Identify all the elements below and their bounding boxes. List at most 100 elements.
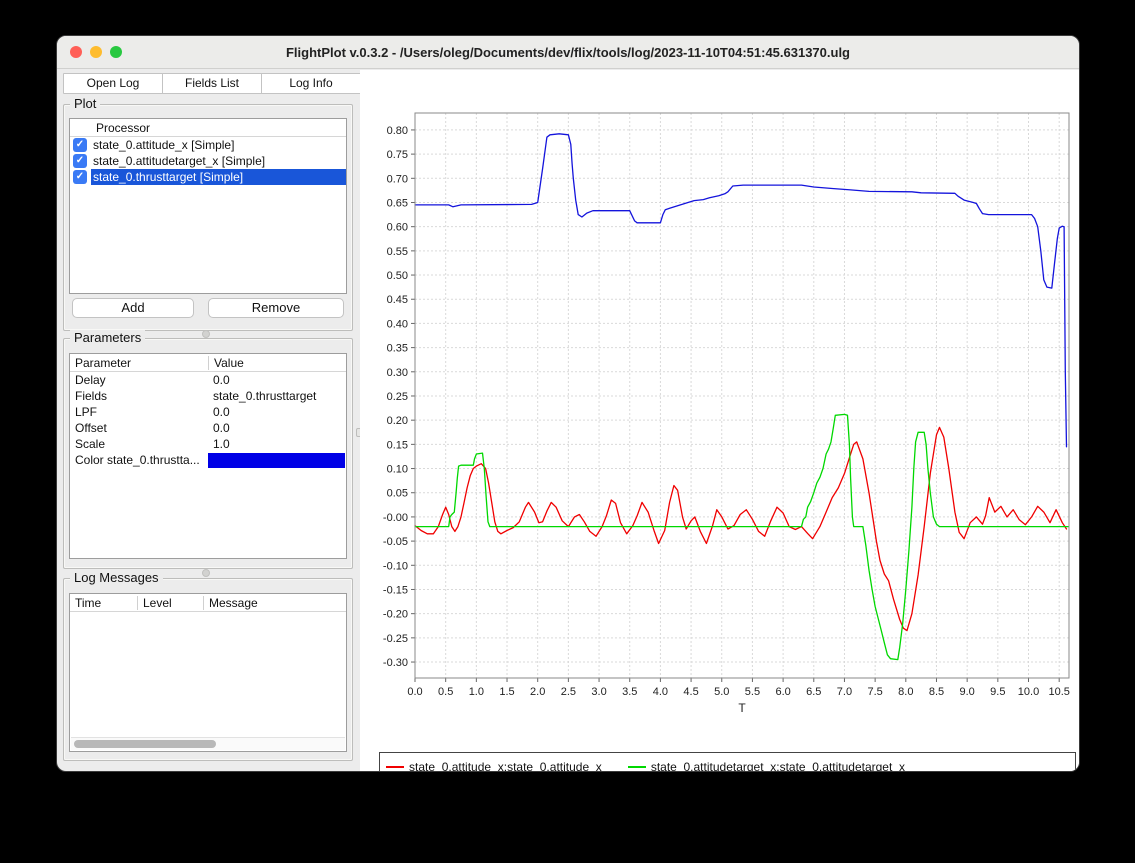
svg-text:7.5: 7.5 [867,686,882,698]
svg-text:3.0: 3.0 [591,686,606,698]
log-messages-groupbox: Log Messages Time Level Message [63,578,353,761]
svg-text:0.50: 0.50 [387,270,408,282]
svg-text:0.55: 0.55 [387,246,408,258]
chart-panel: 0.0 0.5 1.0 1.5 2.0 2.5 3.0 3.5 4.0 4.5 5.0 5.5 6.0 6… [360,70,1079,771]
processor-list-header: Processor [70,119,346,137]
svg-text:4.0: 4.0 [653,686,668,698]
svg-text:-0.30: -0.30 [383,657,408,669]
svg-text:2.0: 2.0 [530,686,545,698]
parameters-table[interactable]: Parameter Value Delay 0.0 Fields state_0… [69,353,347,559]
processor-row-thrusttarget[interactable]: ✓ state_0.thrusttarget [Simple] [70,169,346,185]
svg-text:-0.05: -0.05 [383,536,408,548]
titlebar[interactable]: FlightPlot v.0.3.2 - /Users/oleg/Documen… [57,36,1079,69]
svg-text:1.5: 1.5 [499,686,514,698]
svg-text:8.5: 8.5 [929,686,944,698]
svg-text:0.35: 0.35 [387,343,408,355]
processor-row-attitude-x[interactable]: ✓ state_0.attitude_x [Simple] [70,137,346,153]
add-button[interactable]: Add [72,298,194,318]
svg-text:3.5: 3.5 [622,686,637,698]
svg-text:0.80: 0.80 [387,125,408,137]
scrollbar-thumb[interactable] [74,740,216,748]
svg-text:-0.00: -0.00 [383,512,408,524]
splitter-handle[interactable] [202,569,210,577]
message-column-header: Message [203,596,346,610]
zoom-button[interactable] [110,46,122,58]
legend-label: state_0.attitude_x:state_0.attitude_x [409,760,602,772]
svg-text:10.5: 10.5 [1048,686,1069,698]
parameter-column-header: Parameter [70,356,208,370]
chart-legend: state_0.attitude_x:state_0.attitude_x st… [379,752,1076,772]
svg-text:2.5: 2.5 [561,686,576,698]
legend-item: state_0.attitude_x:state_0.attitude_x [386,760,602,772]
svg-text:0.70: 0.70 [387,173,408,185]
svg-text:5.0: 5.0 [714,686,729,698]
param-row-lpf[interactable]: LPF 0.0 [70,404,346,420]
parameters-group-title: Parameters [70,330,145,345]
svg-text:10.0: 10.0 [1018,686,1039,698]
checkbox-checked-icon[interactable]: ✓ [73,154,87,168]
svg-text:0.20: 0.20 [387,415,408,427]
checkbox-checked-icon[interactable]: ✓ [73,138,87,152]
value-column-header: Value [208,356,346,370]
svg-text:0.15: 0.15 [387,439,408,451]
svg-text:T: T [738,701,746,715]
param-row-offset[interactable]: Offset 0.0 [70,420,346,436]
horizontal-scrollbar[interactable] [71,737,345,750]
remove-button[interactable]: Remove [208,298,344,318]
param-row-color[interactable]: Color state_0.thrustta... [70,452,346,468]
svg-text:0.10: 0.10 [387,464,408,476]
svg-text:-0.25: -0.25 [383,633,408,645]
processor-column-header: Processor [70,121,150,135]
log-messages-table[interactable]: Time Level Message [69,593,347,752]
svg-text:0.25: 0.25 [387,391,408,403]
color-swatch[interactable] [208,453,345,468]
svg-text:9.0: 9.0 [960,686,975,698]
close-button[interactable] [70,46,82,58]
processor-row-attitudetarget-x[interactable]: ✓ state_0.attitudetarget_x [Simple] [70,153,346,169]
plot-group-title: Plot [70,96,100,111]
log-table-header: Time Level Message [70,594,346,612]
parameters-groupbox: Parameters Parameter Value Delay 0.0 Fie… [63,338,353,569]
svg-text:5.5: 5.5 [745,686,760,698]
open-log-button[interactable]: Open Log [63,73,163,94]
svg-text:-0.10: -0.10 [383,560,408,572]
svg-text:7.0: 7.0 [837,686,852,698]
legend-line-green [628,766,646,768]
minimize-button[interactable] [90,46,102,58]
svg-text:4.5: 4.5 [683,686,698,698]
splitter-handle[interactable] [202,330,210,338]
svg-text:-0.20: -0.20 [383,609,408,621]
legend-label: state_0.attitudetarget_x:state_0.attitud… [651,760,905,772]
log-messages-group-title: Log Messages [70,570,163,585]
svg-text:0.30: 0.30 [387,367,408,379]
legend-row: state_0.attitude_x:state_0.attitude_x st… [386,760,1069,772]
svg-text:1.0: 1.0 [469,686,484,698]
time-column-header: Time [70,596,137,610]
param-row-delay[interactable]: Delay 0.0 [70,372,346,388]
svg-text:0.5: 0.5 [438,686,453,698]
svg-text:6.0: 6.0 [775,686,790,698]
svg-text:-0.15: -0.15 [383,584,408,596]
svg-text:0.0: 0.0 [407,686,422,698]
svg-text:0.40: 0.40 [387,318,408,330]
svg-text:0.60: 0.60 [387,222,408,234]
chart-svg[interactable]: 0.0 0.5 1.0 1.5 2.0 2.5 3.0 3.5 4.0 4.5 5.0 5.5 6.0 6… [366,101,1078,716]
window-title: FlightPlot v.0.3.2 - /Users/oleg/Documen… [286,45,850,60]
svg-text:0.75: 0.75 [387,149,408,161]
fields-list-button[interactable]: Fields List [162,73,262,94]
svg-text:9.5: 9.5 [990,686,1005,698]
parameters-table-header: Parameter Value [70,354,346,372]
traffic-lights [70,46,122,58]
checkbox-checked-icon[interactable]: ✓ [73,170,87,184]
plot-groupbox: Plot Processor ✓ state_0.attitude_x [Sim… [63,104,353,331]
legend-line-red [386,766,404,768]
param-row-fields[interactable]: Fields state_0.thrusttarget [70,388,346,404]
svg-text:0.45: 0.45 [387,294,408,306]
svg-text:6.5: 6.5 [806,686,821,698]
app-window: FlightPlot v.0.3.2 - /Users/oleg/Documen… [56,35,1080,772]
svg-text:8.0: 8.0 [898,686,913,698]
processor-list[interactable]: Processor ✓ state_0.attitude_x [Simple] … [69,118,347,294]
svg-text:0.05: 0.05 [387,488,408,500]
param-row-scale[interactable]: Scale 1.0 [70,436,346,452]
log-info-button[interactable]: Log Info [261,73,361,94]
